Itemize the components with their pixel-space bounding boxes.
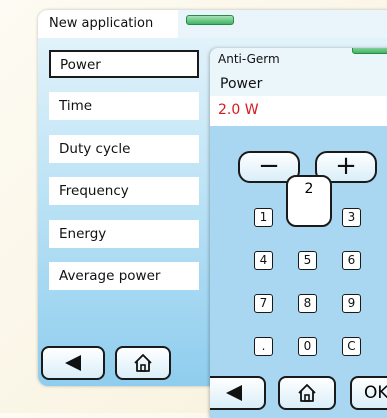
home-icon <box>298 384 316 402</box>
parameter-name: Power <box>210 70 387 96</box>
menu-item-duty-cycle[interactable]: Duty cycle <box>49 135 199 163</box>
key-6[interactable]: 6 <box>342 251 361 270</box>
key-2-pressed[interactable]: 2 <box>286 175 332 227</box>
menu-item-power[interactable]: Power <box>49 50 199 78</box>
key-1[interactable]: 1 <box>254 208 273 227</box>
back-button[interactable] <box>210 376 266 410</box>
key-clear[interactable]: C <box>342 337 361 356</box>
back-button[interactable] <box>41 346 105 380</box>
menu-item-frequency[interactable]: Frequency <box>49 177 199 205</box>
key-9[interactable]: 9 <box>342 294 361 313</box>
left-triangle-icon <box>226 385 242 401</box>
key-7[interactable]: 7 <box>254 294 273 313</box>
menu-item-time[interactable]: Time <box>49 92 199 120</box>
home-button[interactable] <box>115 346 171 380</box>
key-4[interactable]: 4 <box>254 251 273 270</box>
key-3[interactable]: 3 <box>342 208 361 227</box>
menu-item-average-power[interactable]: Average power <box>49 262 199 290</box>
key-decimal[interactable]: . <box>254 337 273 356</box>
panel-title: New application <box>38 10 178 38</box>
key-0[interactable]: 0 <box>298 337 317 356</box>
key-8[interactable]: 8 <box>298 294 317 313</box>
parameter-value[interactable]: 2.0 W <box>210 96 387 126</box>
tab-indicator[interactable] <box>352 48 387 54</box>
parameter-panel: Anti-Germ Power 2.0 W − + 2 1 3 4 5 6 7 … <box>210 48 387 418</box>
ok-button[interactable]: OK <box>350 376 387 410</box>
home-icon <box>134 354 152 372</box>
home-button[interactable] <box>278 376 336 410</box>
tab-indicator[interactable] <box>186 15 234 25</box>
program-name: Anti-Germ <box>218 52 280 66</box>
key-5[interactable]: 5 <box>298 251 317 270</box>
menu-item-energy[interactable]: Energy <box>49 220 199 248</box>
left-triangle-icon <box>65 355 81 371</box>
